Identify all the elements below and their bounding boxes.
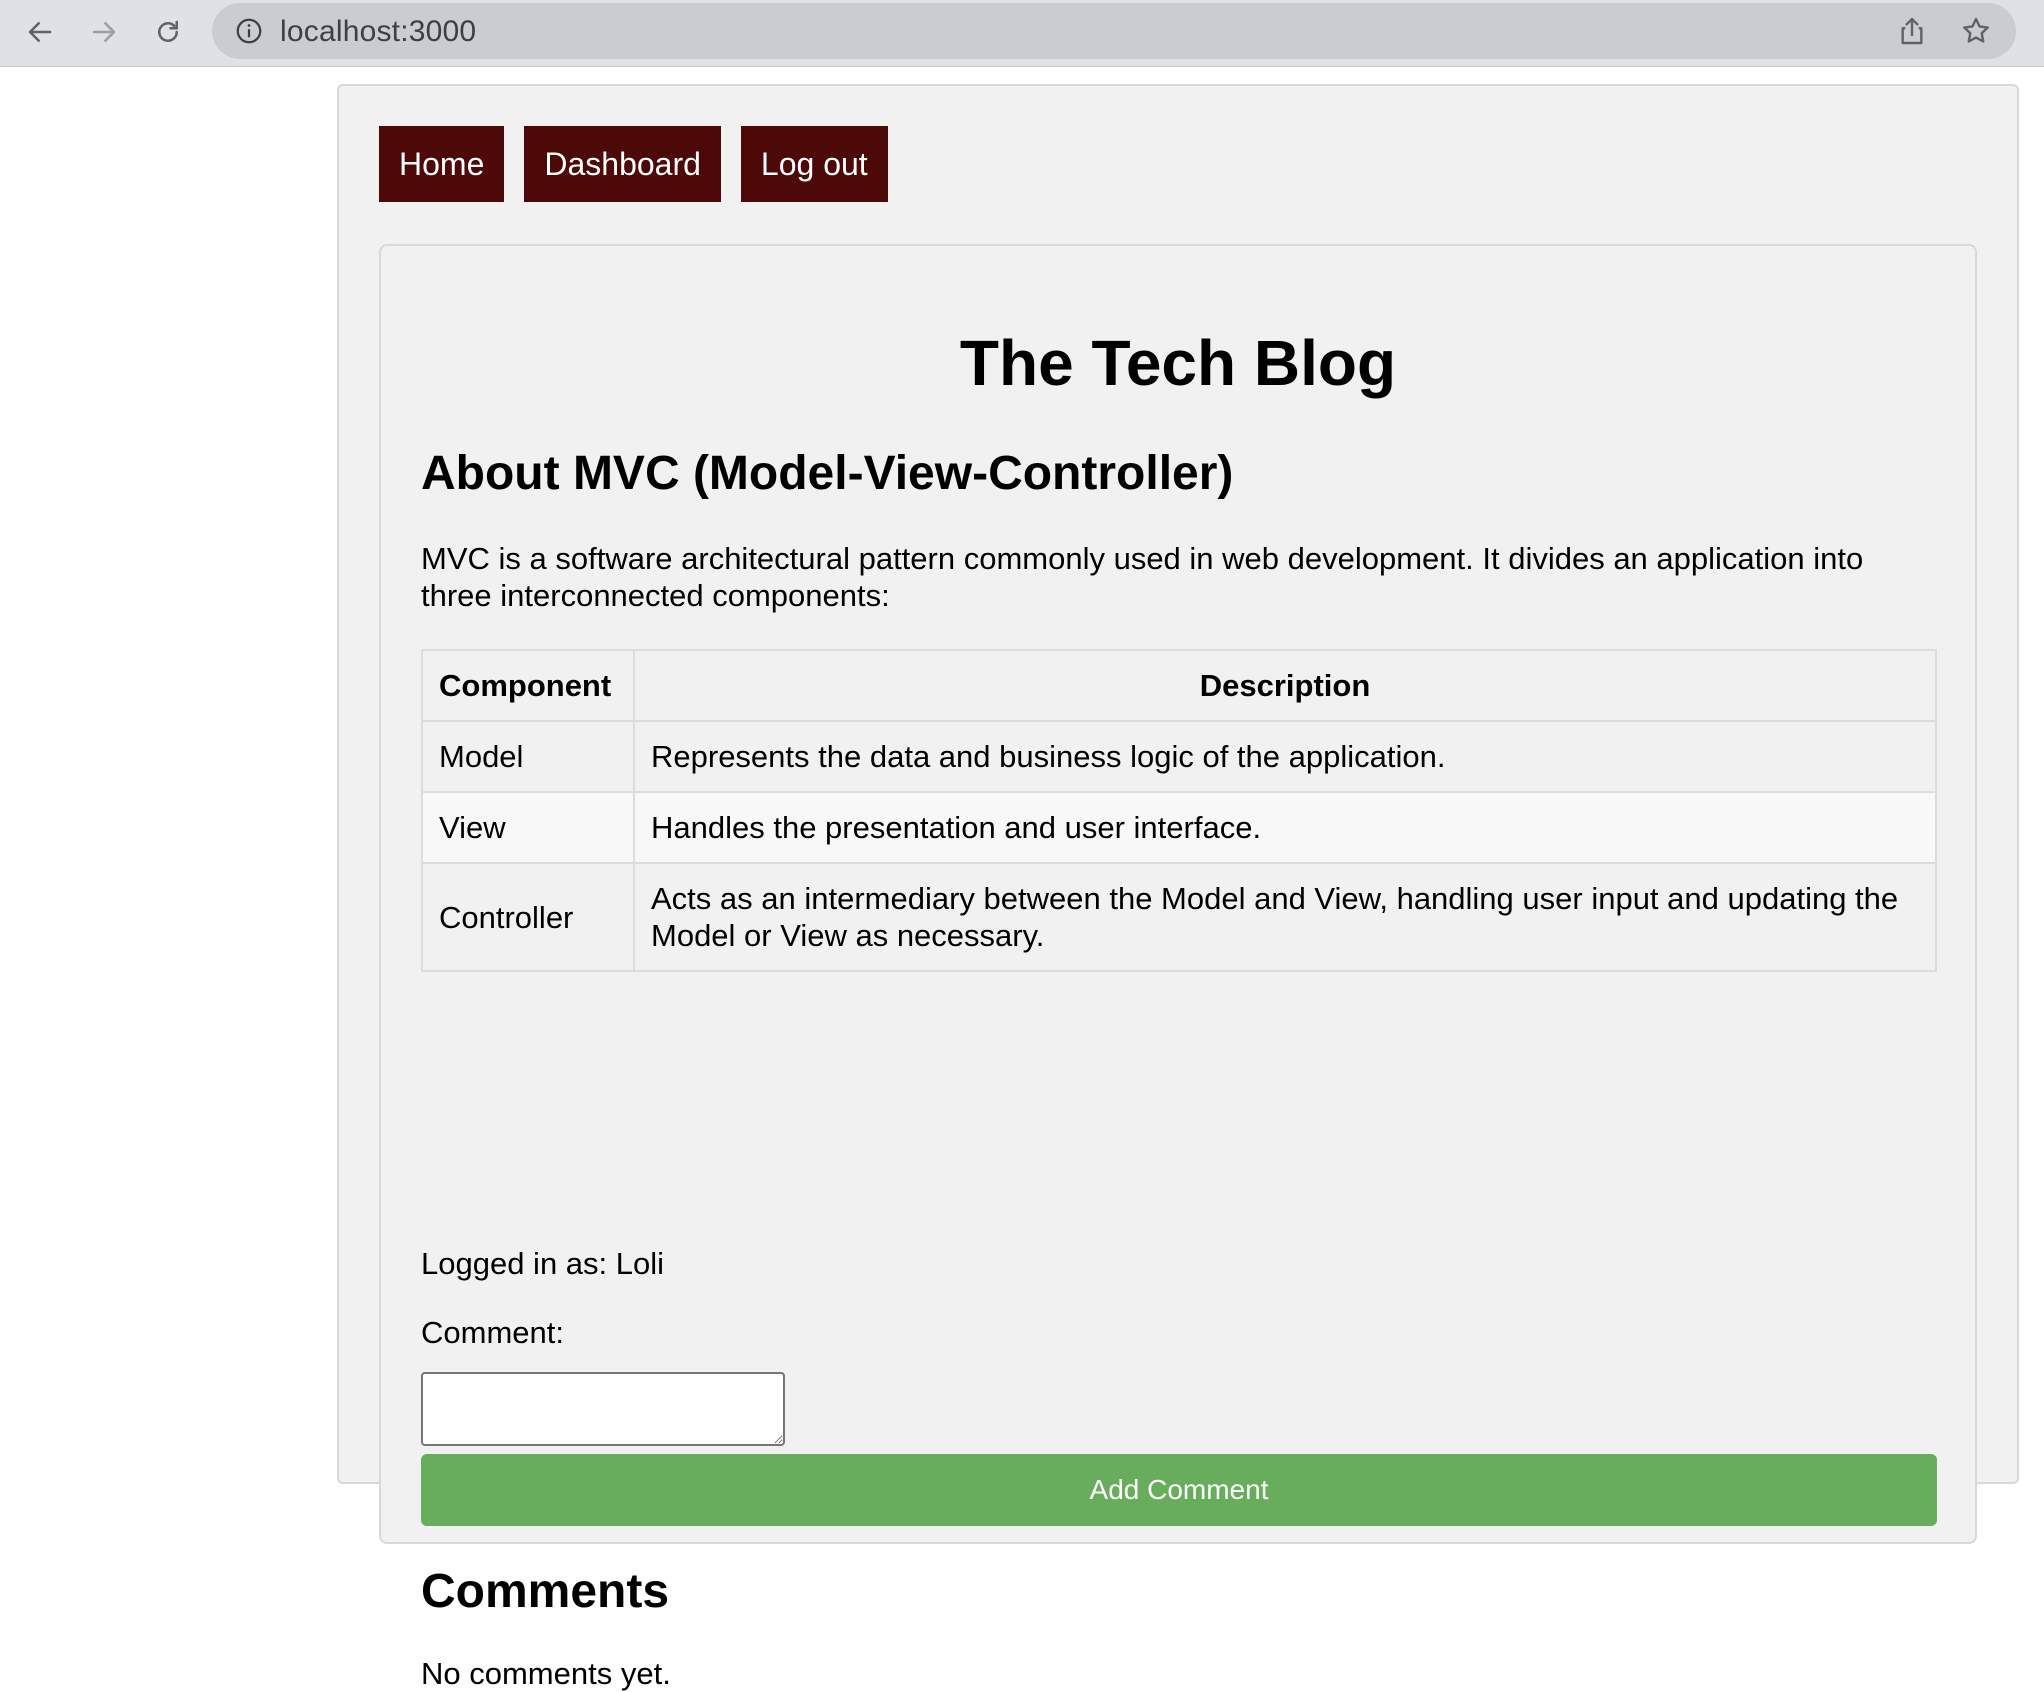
table-header-row: Component Description	[421, 649, 1937, 722]
comments-heading: Comments	[421, 1565, 670, 1618]
table-header-description: Description	[633, 649, 1937, 722]
table-cell-description: Represents the data and business logic o…	[633, 720, 1937, 793]
page-container: Home Dashboard Log out The Tech Blog Abo…	[337, 84, 2019, 1691]
table-cell-description: Handles the presentation and user interf…	[633, 791, 1937, 864]
table-cell-description: Acts as an intermediary between the Mode…	[633, 862, 1937, 972]
share-icon[interactable]	[1896, 15, 1928, 47]
info-icon[interactable]	[234, 16, 264, 46]
arrow-left-icon	[28, 22, 52, 42]
table-cell-component: View	[421, 791, 635, 864]
site-title: The Tech Blog	[959, 327, 1397, 399]
mvc-table: Component Description Model Represents t…	[421, 649, 1937, 972]
main-nav: Home Dashboard Log out	[379, 126, 888, 202]
nav-dashboard-button[interactable]: Dashboard	[524, 126, 721, 202]
table-row: Controller Acts as an intermediary betwe…	[421, 862, 1937, 972]
add-comment-button[interactable]: Add Comment	[421, 1454, 1937, 1526]
arrow-right-icon	[92, 22, 116, 42]
post-title: About MVC (Model-View-Controller)	[421, 447, 1234, 500]
back-button[interactable]	[18, 10, 62, 54]
reload-icon	[158, 20, 178, 42]
address-bar[interactable]: localhost:3000	[212, 3, 2016, 59]
no-comments-text: No comments yet.	[421, 1656, 671, 1691]
logged-in-status: Logged in as: Loli	[421, 1246, 665, 1281]
table-header-component: Component	[421, 649, 635, 722]
comment-label: Comment:	[421, 1315, 564, 1350]
table-cell-component: Model	[421, 720, 635, 793]
nav-home-button[interactable]: Home	[379, 126, 505, 202]
comment-input[interactable]	[421, 1372, 785, 1446]
browser-toolbar: localhost:3000	[0, 0, 2044, 67]
forward-button[interactable]	[82, 10, 126, 54]
post-body: MVC is a software architectural pattern …	[421, 541, 1864, 613]
content-card: The Tech Blog About MVC (Model-View-Cont…	[379, 244, 1977, 1691]
table-row: View Handles the presentation and user i…	[421, 791, 1937, 864]
star-icon[interactable]	[1960, 15, 1992, 47]
nav-logout-button[interactable]: Log out	[740, 126, 888, 202]
url-text[interactable]: localhost:3000	[280, 15, 476, 49]
reload-button[interactable]	[146, 10, 190, 54]
table-cell-component: Controller	[421, 862, 635, 972]
table-row: Model Represents the data and business l…	[421, 720, 1937, 793]
